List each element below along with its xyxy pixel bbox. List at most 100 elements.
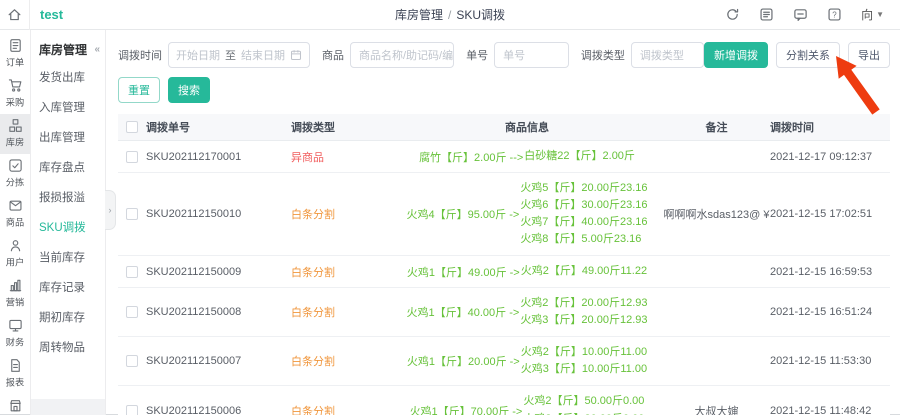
submenu-item[interactable]: SKU调拨 [31, 212, 105, 242]
row-checkbox[interactable] [126, 306, 138, 318]
nav-item-order[interactable]: 订单 [0, 34, 30, 74]
row-checkbox[interactable] [126, 355, 138, 367]
breadcrumb-page: SKU调拨 [456, 8, 505, 22]
nav-item-sorting[interactable]: 分拣 [0, 154, 30, 194]
refresh-icon [725, 7, 740, 22]
row-type-badge: 白条分割 [291, 353, 391, 369]
row-checkbox[interactable] [126, 405, 138, 415]
submenu-items: 发货出库入库管理出库管理库存盘点报损报溢SKU调拨当前库存库存记录期初库存周转物… [31, 62, 105, 362]
nav-item-label: 报表 [6, 375, 24, 389]
product-target: 火鸡3【斤】10.00斤11.00 [521, 361, 647, 378]
calendar-icon [290, 49, 302, 61]
submenu-item[interactable]: 库存盘点 [31, 152, 105, 182]
primary-sidebar: 订单采购库房分拣商品用户营销财务报表商城配送 [0, 30, 31, 415]
reset-button[interactable]: 重置 [118, 77, 160, 103]
submenu-item[interactable]: 报损报溢 [31, 182, 105, 212]
nav-item-report[interactable]: 报表 [0, 354, 30, 394]
select-all-checkbox[interactable] [126, 121, 138, 133]
col-time: 调拨时间 [770, 119, 890, 135]
nav-item-purchase[interactable]: 采购 [0, 74, 30, 114]
date-end-placeholder[interactable]: 结束日期 [241, 47, 285, 63]
product-target: 白砂糖22【斤】2.00斤 [524, 148, 635, 165]
date-range-input[interactable]: 开始日期 至 结束日期 [168, 42, 310, 68]
table-header: 调拨单号 调拨类型 商品信息 备注 调拨时间 [118, 114, 890, 141]
goods-icon [8, 198, 23, 213]
date-start-placeholder[interactable]: 开始日期 [176, 47, 220, 63]
main-content: 调拨时间 开始日期 至 结束日期 商品 商品名称/助记码/编码 单号 单号 调拨… [106, 30, 900, 415]
product-target: 火鸡3【斤】20.00斤12.93 [520, 312, 647, 329]
nav-item-label: 采购 [6, 95, 24, 109]
submenu-item[interactable]: 周转物品 [31, 332, 105, 362]
nav-item-label: 库房 [6, 135, 24, 149]
product-info-cell: 火鸡1【斤】49.00斤 ->火鸡2【斤】49.00斤11.22 [391, 263, 663, 280]
row-checkbox-cell [118, 405, 146, 415]
submenu-item[interactable]: 当前库存 [31, 242, 105, 272]
row-checkbox-cell [118, 355, 146, 367]
refresh-button[interactable] [725, 7, 740, 22]
action-buttons: 新增调拨 分割关系 导出 [704, 42, 890, 68]
breadcrumb-separator: / [448, 8, 451, 22]
topbar: test 库房管理/SKU调拨 ? 向 ▼ [0, 0, 900, 30]
row-time: 2021-12-17 09:12:37 [770, 151, 890, 163]
nav-item-label: 商品 [6, 215, 24, 229]
type-filter-label: 调拨类型 [581, 47, 625, 63]
filter-bar-row2: 重置 搜索 [118, 77, 890, 103]
submenu-item[interactable]: 入库管理 [31, 92, 105, 122]
row-type-badge: 异商品 [291, 149, 391, 165]
row-checkbox[interactable] [126, 266, 138, 278]
nav-item-goods[interactable]: 商品 [0, 194, 30, 234]
nav-item-users[interactable]: 用户 [0, 234, 30, 274]
order-number-input[interactable]: 单号 [494, 42, 569, 68]
transfer-table: 调拨单号 调拨类型 商品信息 备注 调拨时间 SKU202112170001异商… [118, 114, 890, 415]
product-info-cell: 火鸡1【斤】20.00斤 ->火鸡2【斤】10.00斤11.00火鸡3【斤】10… [391, 344, 663, 378]
add-transfer-button[interactable]: 新增调拨 [704, 42, 768, 68]
help-button[interactable]: ? [827, 7, 842, 22]
table-row: SKU202112170001异商品腐竹【斤】2.00斤 -->白砂糖22【斤】… [118, 141, 890, 173]
product-target: 火鸡2【斤】10.00斤11.00 [521, 344, 647, 361]
nav-item-mall[interactable]: 商城 [0, 394, 30, 415]
nav-item-marketing[interactable]: 营销 [0, 274, 30, 314]
product-target: 火鸡6【斤】30.00斤23.16 [520, 197, 647, 214]
row-checkbox[interactable] [126, 151, 138, 163]
export-button[interactable]: 导出 [848, 42, 890, 68]
row-type-badge: 白条分割 [291, 206, 391, 222]
submenu-item[interactable]: 出库管理 [31, 122, 105, 152]
split-relation-button[interactable]: 分割关系 [776, 42, 840, 68]
nav-item-warehouse[interactable]: 库房 [0, 114, 30, 154]
tasks-icon [759, 7, 774, 22]
submenu-item[interactable]: 发货出库 [31, 62, 105, 92]
row-time: 2021-12-15 16:59:53 [770, 266, 890, 278]
submenu-title-text: 库房管理 [39, 41, 87, 58]
filter-bar: 调拨时间 开始日期 至 结束日期 商品 商品名称/助记码/编码 单号 单号 调拨… [118, 42, 890, 68]
row-time: 2021-12-15 16:51:24 [770, 306, 890, 318]
search-button[interactable]: 搜索 [168, 77, 210, 103]
row-checkbox-cell [118, 208, 146, 220]
row-checkbox[interactable] [126, 208, 138, 220]
svg-text:?: ? [832, 11, 837, 20]
row-time: 2021-12-15 11:53:30 [770, 355, 890, 367]
submenu-item[interactable]: 库存记录 [31, 272, 105, 302]
breadcrumb: 库房管理 / SKU调拨 [395, 6, 505, 23]
mall-icon [8, 398, 23, 413]
time-filter-label: 调拨时间 [118, 47, 162, 63]
row-remark: 大叔大婶 [663, 403, 770, 415]
product-source: 火鸡1【斤】70.00斤 -> [410, 403, 523, 415]
product-info-cell: 火鸡1【斤】40.00斤 ->火鸡2【斤】20.00斤12.93火鸡3【斤】20… [391, 295, 663, 329]
row-checkbox-cell [118, 266, 146, 278]
product-source: 腐竹【斤】2.00斤 --> [419, 149, 523, 165]
table-body: SKU202112170001异商品腐竹【斤】2.00斤 -->白砂糖22【斤】… [118, 141, 890, 415]
product-source: 火鸡1【斤】20.00斤 -> [407, 353, 520, 369]
type-select[interactable]: 调拨类型 [631, 42, 704, 68]
breadcrumb-section[interactable]: 库房管理 [395, 8, 443, 22]
product-search-input[interactable]: 商品名称/助记码/编码 [350, 42, 454, 68]
nav-item-finance[interactable]: 财务 [0, 314, 30, 354]
col-type: 调拨类型 [291, 119, 391, 135]
collapse-sidebar-icon[interactable]: « [94, 44, 100, 55]
user-menu[interactable]: 向 ▼ [861, 6, 884, 23]
tasks-button[interactable] [759, 7, 774, 22]
message-button[interactable] [793, 7, 808, 22]
sidebar-expand-handle[interactable]: › [105, 190, 116, 230]
home-button[interactable] [0, 0, 30, 30]
submenu-item[interactable]: 期初库存 [31, 302, 105, 332]
row-type-badge: 白条分割 [291, 403, 391, 415]
